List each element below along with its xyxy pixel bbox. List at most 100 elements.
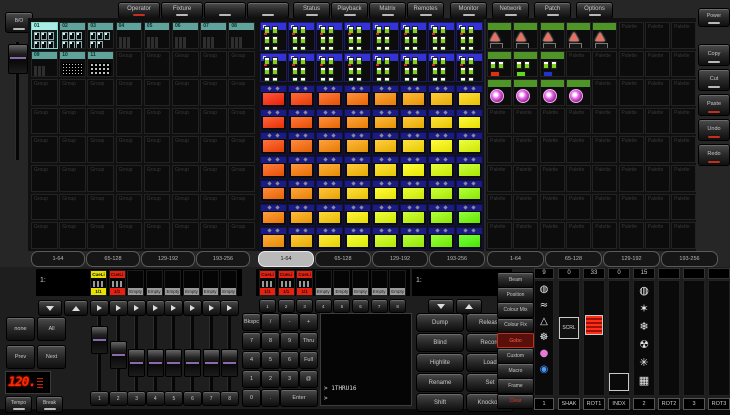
colour-swatch-cell[interactable] [260, 132, 287, 155]
colour-swatch-cell[interactable] [456, 204, 483, 227]
colour-swatch-cell[interactable] [260, 85, 287, 108]
colour-swatch-cell[interactable] [260, 109, 287, 132]
blue-gobo[interactable]: ◉ [535, 361, 553, 377]
colour-swatch-cell[interactable] [372, 85, 399, 108]
group-cell[interactable]: 06 [172, 22, 199, 49]
fan-gobo[interactable]: ☸ [535, 329, 553, 345]
attribute-button-macro[interactable]: Macro [497, 363, 534, 379]
palette-cell[interactable]: Palette [592, 108, 617, 135]
group-cell[interactable]: Group [144, 51, 171, 78]
playback-cell[interactable]: Empty [202, 270, 219, 296]
wheel3-encoder-track[interactable] [683, 280, 705, 396]
tempo-button[interactable]: Tempo [5, 396, 32, 413]
fader-number-button[interactable]: 1 [90, 391, 109, 406]
wave-gobo[interactable]: ≈ [535, 297, 553, 313]
group-cell[interactable]: Group [87, 79, 114, 106]
select-button-none[interactable]: none [6, 317, 35, 341]
group-cell[interactable]: Group [31, 165, 58, 192]
playback-cell[interactable]: Empty [220, 270, 237, 296]
colour-swatch-cell[interactable] [400, 85, 427, 108]
group-cell[interactable]: Group [87, 165, 114, 192]
palette-cell[interactable]: Palette [619, 51, 644, 78]
group-cell[interactable]: Group [87, 108, 114, 135]
palette-cell[interactable] [566, 79, 591, 106]
group-cell[interactable]: Group [87, 136, 114, 163]
palette-cell[interactable]: Palette [592, 51, 617, 78]
palette-cell[interactable]: Palette [671, 108, 696, 135]
triangle-gobo[interactable]: △ [535, 313, 553, 329]
tab-193-256[interactable]: 193-256 [661, 251, 718, 267]
page-up-button[interactable] [64, 300, 88, 316]
group-cell[interactable]: Group [200, 108, 227, 135]
colour-palette-cell[interactable] [428, 53, 455, 82]
colour-swatch-cell[interactable] [260, 227, 287, 250]
group-cell[interactable]: 07 [200, 22, 227, 49]
flash-button[interactable] [146, 300, 165, 316]
colour-palette-cell[interactable] [400, 22, 427, 51]
tab-1-64[interactable]: 1-64 [31, 251, 85, 267]
group-cell[interactable]: Group [59, 136, 86, 163]
toolbar-button-operator[interactable]: Operator [118, 2, 160, 19]
colour-swatch-cell[interactable] [428, 180, 455, 203]
fader-knob[interactable] [128, 349, 145, 377]
group-cell[interactable]: Group [172, 108, 199, 135]
keypad-dot[interactable]: . [261, 389, 280, 407]
palette-cell[interactable]: Palette [645, 222, 670, 249]
palette-cell[interactable]: Palette [671, 51, 696, 78]
power-button[interactable]: Power [698, 8, 730, 27]
colour-swatch-cell[interactable] [400, 109, 427, 132]
group-cell[interactable]: Group [200, 222, 227, 249]
star-gobo[interactable]: ✶ [634, 299, 654, 317]
edit-button-redo[interactable]: Redo [698, 144, 730, 166]
palette-cell[interactable]: Palette [619, 222, 644, 249]
colour-swatch-cell[interactable] [288, 85, 315, 108]
select-button-next[interactable]: Next [37, 345, 66, 369]
group-cell[interactable]: Group [172, 79, 199, 106]
keypad-@[interactable]: @ [299, 370, 318, 388]
toolbar-button-matrix[interactable]: Matrix [369, 2, 406, 19]
fader-knob[interactable] [203, 349, 220, 377]
playback-cell[interactable]: CueLi1/1 [90, 270, 107, 296]
action-button-shift[interactable]: Shift [416, 393, 464, 412]
palette-cell[interactable]: Palette [566, 136, 591, 163]
group-cell[interactable]: Group [116, 194, 143, 221]
colour-swatch-cell[interactable] [400, 132, 427, 155]
palette-cell[interactable]: Palette [566, 165, 591, 192]
group-cell[interactable]: Group [200, 51, 227, 78]
playback-cell[interactable]: Empty [371, 270, 388, 296]
rotate1-encoder-track[interactable] [583, 280, 605, 396]
playback-cell[interactable]: CueLi1/1 [109, 270, 126, 296]
page-down-button[interactable] [428, 299, 454, 314]
keypad-5[interactable]: 5 [261, 351, 280, 369]
keypad-full[interactable]: Full [299, 351, 318, 369]
playback-select-button[interactable]: 7 [371, 299, 388, 313]
colour-swatch-cell[interactable] [456, 180, 483, 203]
fader-knob[interactable] [165, 349, 182, 377]
page-down-button[interactable] [38, 300, 62, 316]
group-cell[interactable]: Group [144, 108, 171, 135]
flash-button[interactable] [220, 300, 239, 316]
palette-cell[interactable]: Palette [671, 22, 696, 49]
toolbar-button-network[interactable]: Network [492, 2, 529, 19]
colour-swatch-cell[interactable] [316, 227, 343, 250]
colour-palette-cell[interactable] [288, 22, 315, 51]
keypad-6[interactable]: 6 [280, 351, 299, 369]
palette-cell[interactable] [487, 22, 512, 49]
colour-palette-cell[interactable] [372, 22, 399, 51]
attribute-button-colour-fix[interactable]: Colour Fix [497, 318, 534, 334]
palette-cell[interactable]: Palette [671, 79, 696, 106]
palette-cell[interactable] [540, 79, 565, 106]
palette-cell[interactable] [487, 51, 512, 78]
group-cell[interactable]: Group [172, 51, 199, 78]
keypad-1[interactable]: 1 [242, 370, 261, 388]
toolbar-button-remotes[interactable]: Remotes [407, 2, 444, 19]
palette-cell[interactable]: Palette [566, 194, 591, 221]
colour-palette-cell[interactable] [260, 53, 287, 82]
rotate3-encoder-track[interactable] [708, 280, 730, 396]
group-cell[interactable]: Group [172, 222, 199, 249]
palette-cell[interactable]: Palette [513, 136, 538, 163]
group-cell[interactable]: Group [200, 79, 227, 106]
toolbar-button-patch[interactable]: Patch [534, 2, 571, 19]
playback-cell[interactable]: Empty [352, 270, 369, 296]
colour-palette-cell[interactable] [344, 22, 371, 51]
